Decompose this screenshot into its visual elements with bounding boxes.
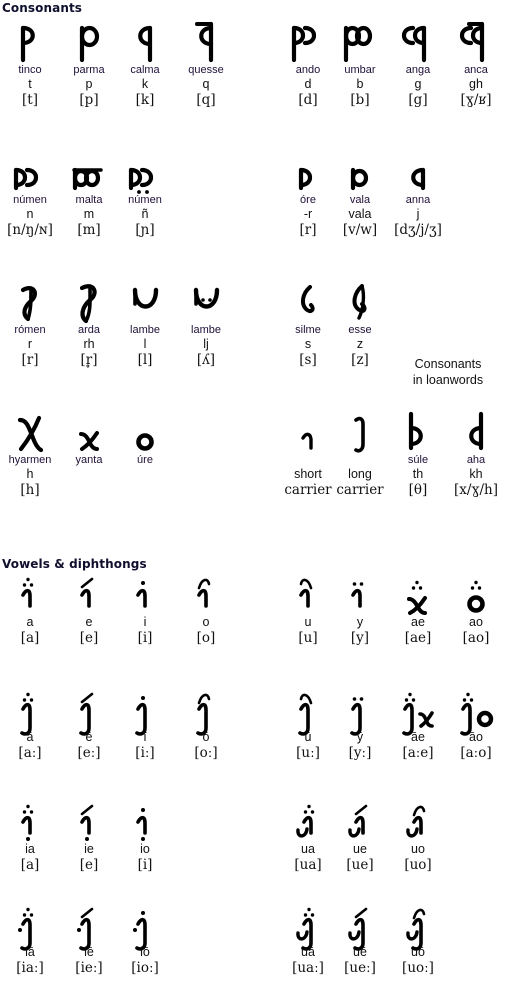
letter-name: quesse <box>188 64 224 76</box>
esse-glyph <box>324 278 396 324</box>
letter-transliteration: o <box>202 615 210 629</box>
letter-name: anna <box>405 194 431 206</box>
letter-transliteration: kh <box>469 467 483 481</box>
io-long-glyph <box>109 903 181 951</box>
chart-cell: āo [aːo] <box>440 688 505 762</box>
letter-ipa: [oː] <box>194 745 218 761</box>
letter-name: anca <box>464 64 488 76</box>
chart-cell: anca gh [ɣ/ʁ] <box>440 18 505 109</box>
letter-name: esse <box>348 324 372 336</box>
chart-cell: uō [uoː] <box>382 903 454 977</box>
letter-transliteration: lj <box>203 337 209 351</box>
aha-glyph <box>440 408 505 454</box>
letter-ipa: [dʒ/j/ʒ] <box>394 222 442 238</box>
chart-cell: o [o] <box>170 573 242 647</box>
chart-cell: ō [oː] <box>170 688 242 762</box>
loanwords-note-line2: in loanwords <box>412 373 484 387</box>
letter-transliteration: ō <box>202 730 210 744</box>
letter-ipa: [x/ɣ/h] <box>453 482 499 498</box>
letter-ipa: [ʎ] <box>196 352 216 368</box>
letter-transliteration: iō <box>140 945 150 959</box>
lambe-dotted-glyph <box>170 278 242 324</box>
chart-cell: esse z [z] <box>324 278 396 369</box>
chart-cell: quesse q [q] <box>170 18 242 109</box>
letter-ipa: [o] <box>196 630 216 646</box>
section-title-vowels: Vowels & diphthongs <box>2 557 147 571</box>
letter-transliteration: uo <box>411 842 425 856</box>
chart-cell: anna j [dʒ/j/ʒ] <box>382 148 454 239</box>
numen-dotted-glyph <box>109 148 181 194</box>
letter-name: úre <box>137 454 153 466</box>
chart-cell: uo [uo] <box>382 800 454 874</box>
letter-ipa: [ao] <box>462 630 490 646</box>
uo-long-glyph <box>382 903 454 951</box>
chart-cell: ao [ao] <box>440 573 505 647</box>
quesse-glyph <box>170 18 242 64</box>
letter-transliteration: z <box>356 337 364 351</box>
long-o-glyph <box>170 688 242 736</box>
chart-cell: aha kh [x/ɣ/h] <box>440 408 505 499</box>
letter-ipa: [ɣ/ʁ] <box>460 92 492 108</box>
letter-transliteration: j <box>416 207 420 221</box>
letter-ipa: [uo] <box>404 857 432 873</box>
letter-ipa: [uoː] <box>402 960 434 976</box>
letter-ipa: [q] <box>196 92 216 108</box>
diph-ao-glyph <box>440 573 505 615</box>
tehta-o-glyph <box>170 573 242 615</box>
chart-cell: lambe lj [ʎ] <box>170 278 242 369</box>
io-glyph <box>109 800 181 842</box>
letter-ipa: [aːo] <box>460 745 492 761</box>
letter-name: aha <box>466 454 486 466</box>
letter-transliteration: io <box>140 842 150 856</box>
loanwords-note: Consonants in loanwords <box>388 356 505 388</box>
chart-cell: io [i] <box>109 800 181 874</box>
ure-glyph <box>109 408 181 454</box>
letter-transliteration: q <box>202 77 210 91</box>
anna-glyph <box>382 148 454 194</box>
letter-transliteration: ao <box>469 615 483 629</box>
letter-transliteration: gh <box>469 77 483 91</box>
chart-cell: númen ñ [ɲ] <box>109 148 181 239</box>
letter-ipa: [ɲ] <box>135 222 155 238</box>
uo-glyph <box>382 800 454 842</box>
letter-name: lambe <box>191 324 221 336</box>
letter-name: númen <box>128 194 162 206</box>
section-title-consonants: Consonants <box>2 1 83 15</box>
letter-ipa: [i] <box>137 857 153 873</box>
letter-transliteration: ñ <box>141 207 149 221</box>
letter-transliteration: āo <box>469 730 483 744</box>
anca-glyph <box>440 18 505 64</box>
loanwords-note-line1: Consonants <box>414 357 482 371</box>
long-ao-glyph <box>440 688 505 736</box>
letter-ipa: [ioː] <box>131 960 159 976</box>
letter-transliteration: uō <box>411 945 425 959</box>
chart-cell: úre <box>109 408 181 499</box>
chart-cell: iō [ioː] <box>109 903 181 977</box>
letter-ipa: [z] <box>351 352 369 368</box>
